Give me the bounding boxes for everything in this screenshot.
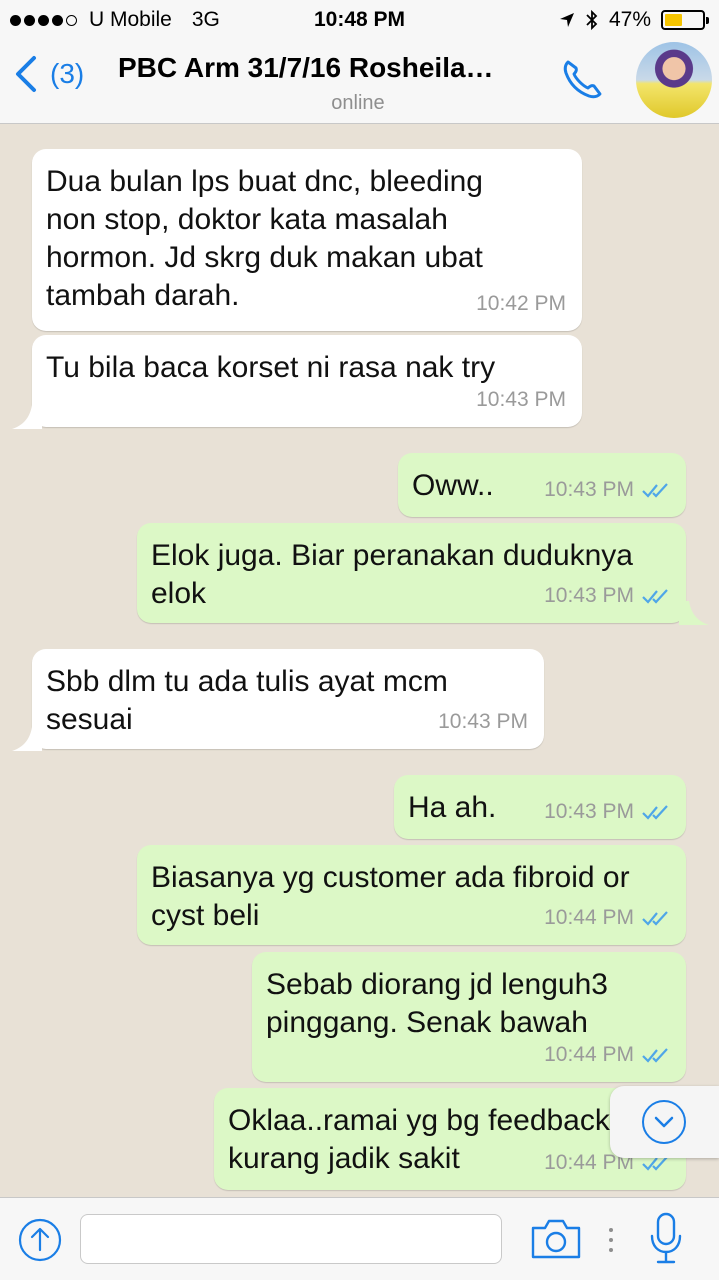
message-bubble-incoming[interactable]: Sbb dlm tu ada tulis ayat mcm sesuai 10:…	[32, 649, 544, 749]
location-arrow-icon	[559, 13, 574, 27]
double-check-icon	[642, 911, 668, 926]
bubble-tail	[12, 727, 42, 751]
double-check-icon	[642, 483, 668, 498]
double-check-icon	[642, 805, 668, 820]
status-right: 47%	[559, 8, 709, 32]
bubble-tail	[12, 405, 42, 429]
phone-icon	[563, 60, 602, 99]
back-button[interactable]: (3)	[12, 54, 84, 94]
battery-percentage: 47%	[608, 8, 651, 31]
message-bubble-outgoing[interactable]: Biasanya yg customer ada fibroid or cyst…	[137, 845, 686, 945]
call-button[interactable]	[558, 54, 608, 104]
upload-arrow-icon[interactable]	[18, 1218, 62, 1262]
scroll-to-bottom-button[interactable]	[610, 1086, 719, 1158]
battery-icon	[661, 10, 709, 30]
message-bubble-outgoing[interactable]: Ha ah. 10:43 PM	[394, 775, 686, 839]
camera-icon[interactable]	[530, 1218, 582, 1260]
message-bubble-incoming[interactable]: Dua bulan lps buat dnc, bleeding non sto…	[32, 149, 582, 331]
message-input-bar	[0, 1197, 719, 1280]
message-time: 10:44 PM	[544, 906, 634, 929]
chat-header: (3) PBC Arm 31/7/16 Rosheila… online	[0, 40, 719, 124]
double-check-icon	[642, 1048, 668, 1063]
more-vertical-icon[interactable]	[603, 1222, 619, 1258]
message-bubble-incoming[interactable]: Tu bila baca korset ni rasa nak try 10:4…	[32, 335, 582, 427]
message-time: 10:43 PM	[544, 584, 634, 607]
message-time: 10:43 PM	[438, 710, 528, 733]
message-time: 10:44 PM	[544, 1043, 634, 1066]
bluetooth-icon	[586, 9, 598, 31]
message-time: 10:43 PM	[544, 478, 634, 501]
chat-status: online	[331, 92, 385, 114]
message-text: Sebab diorang jd lenguh3 pinggang. Senak…	[266, 968, 608, 1039]
chevron-down-icon	[642, 1100, 686, 1144]
microphone-icon[interactable]	[648, 1212, 684, 1266]
unread-count: (3)	[50, 58, 85, 89]
message-time: 10:43 PM	[476, 388, 566, 411]
status-bar: U Mobile 3G 10:48 PM 47%	[0, 0, 719, 40]
message-bubble-outgoing[interactable]: Elok juga. Biar peranakan duduknya elok …	[137, 523, 686, 623]
message-time: 10:43 PM	[544, 800, 634, 823]
contact-avatar[interactable]	[636, 42, 712, 118]
message-time: 10:42 PM	[476, 292, 566, 315]
double-check-icon	[642, 589, 668, 604]
chevron-left-icon	[16, 56, 36, 92]
battery-fill	[665, 14, 682, 26]
chat-title[interactable]: PBC Arm 31/7/16 Rosheila…	[118, 52, 548, 84]
message-bubble-outgoing[interactable]: Oww.. 10:43 PM	[398, 453, 686, 517]
message-list[interactable]: Dua bulan lps buat dnc, bleeding non sto…	[0, 125, 719, 1197]
message-bubble-outgoing[interactable]: Sebab diorang jd lenguh3 pinggang. Senak…	[252, 952, 686, 1082]
message-input[interactable]	[80, 1214, 502, 1264]
bubble-tail	[679, 601, 709, 625]
